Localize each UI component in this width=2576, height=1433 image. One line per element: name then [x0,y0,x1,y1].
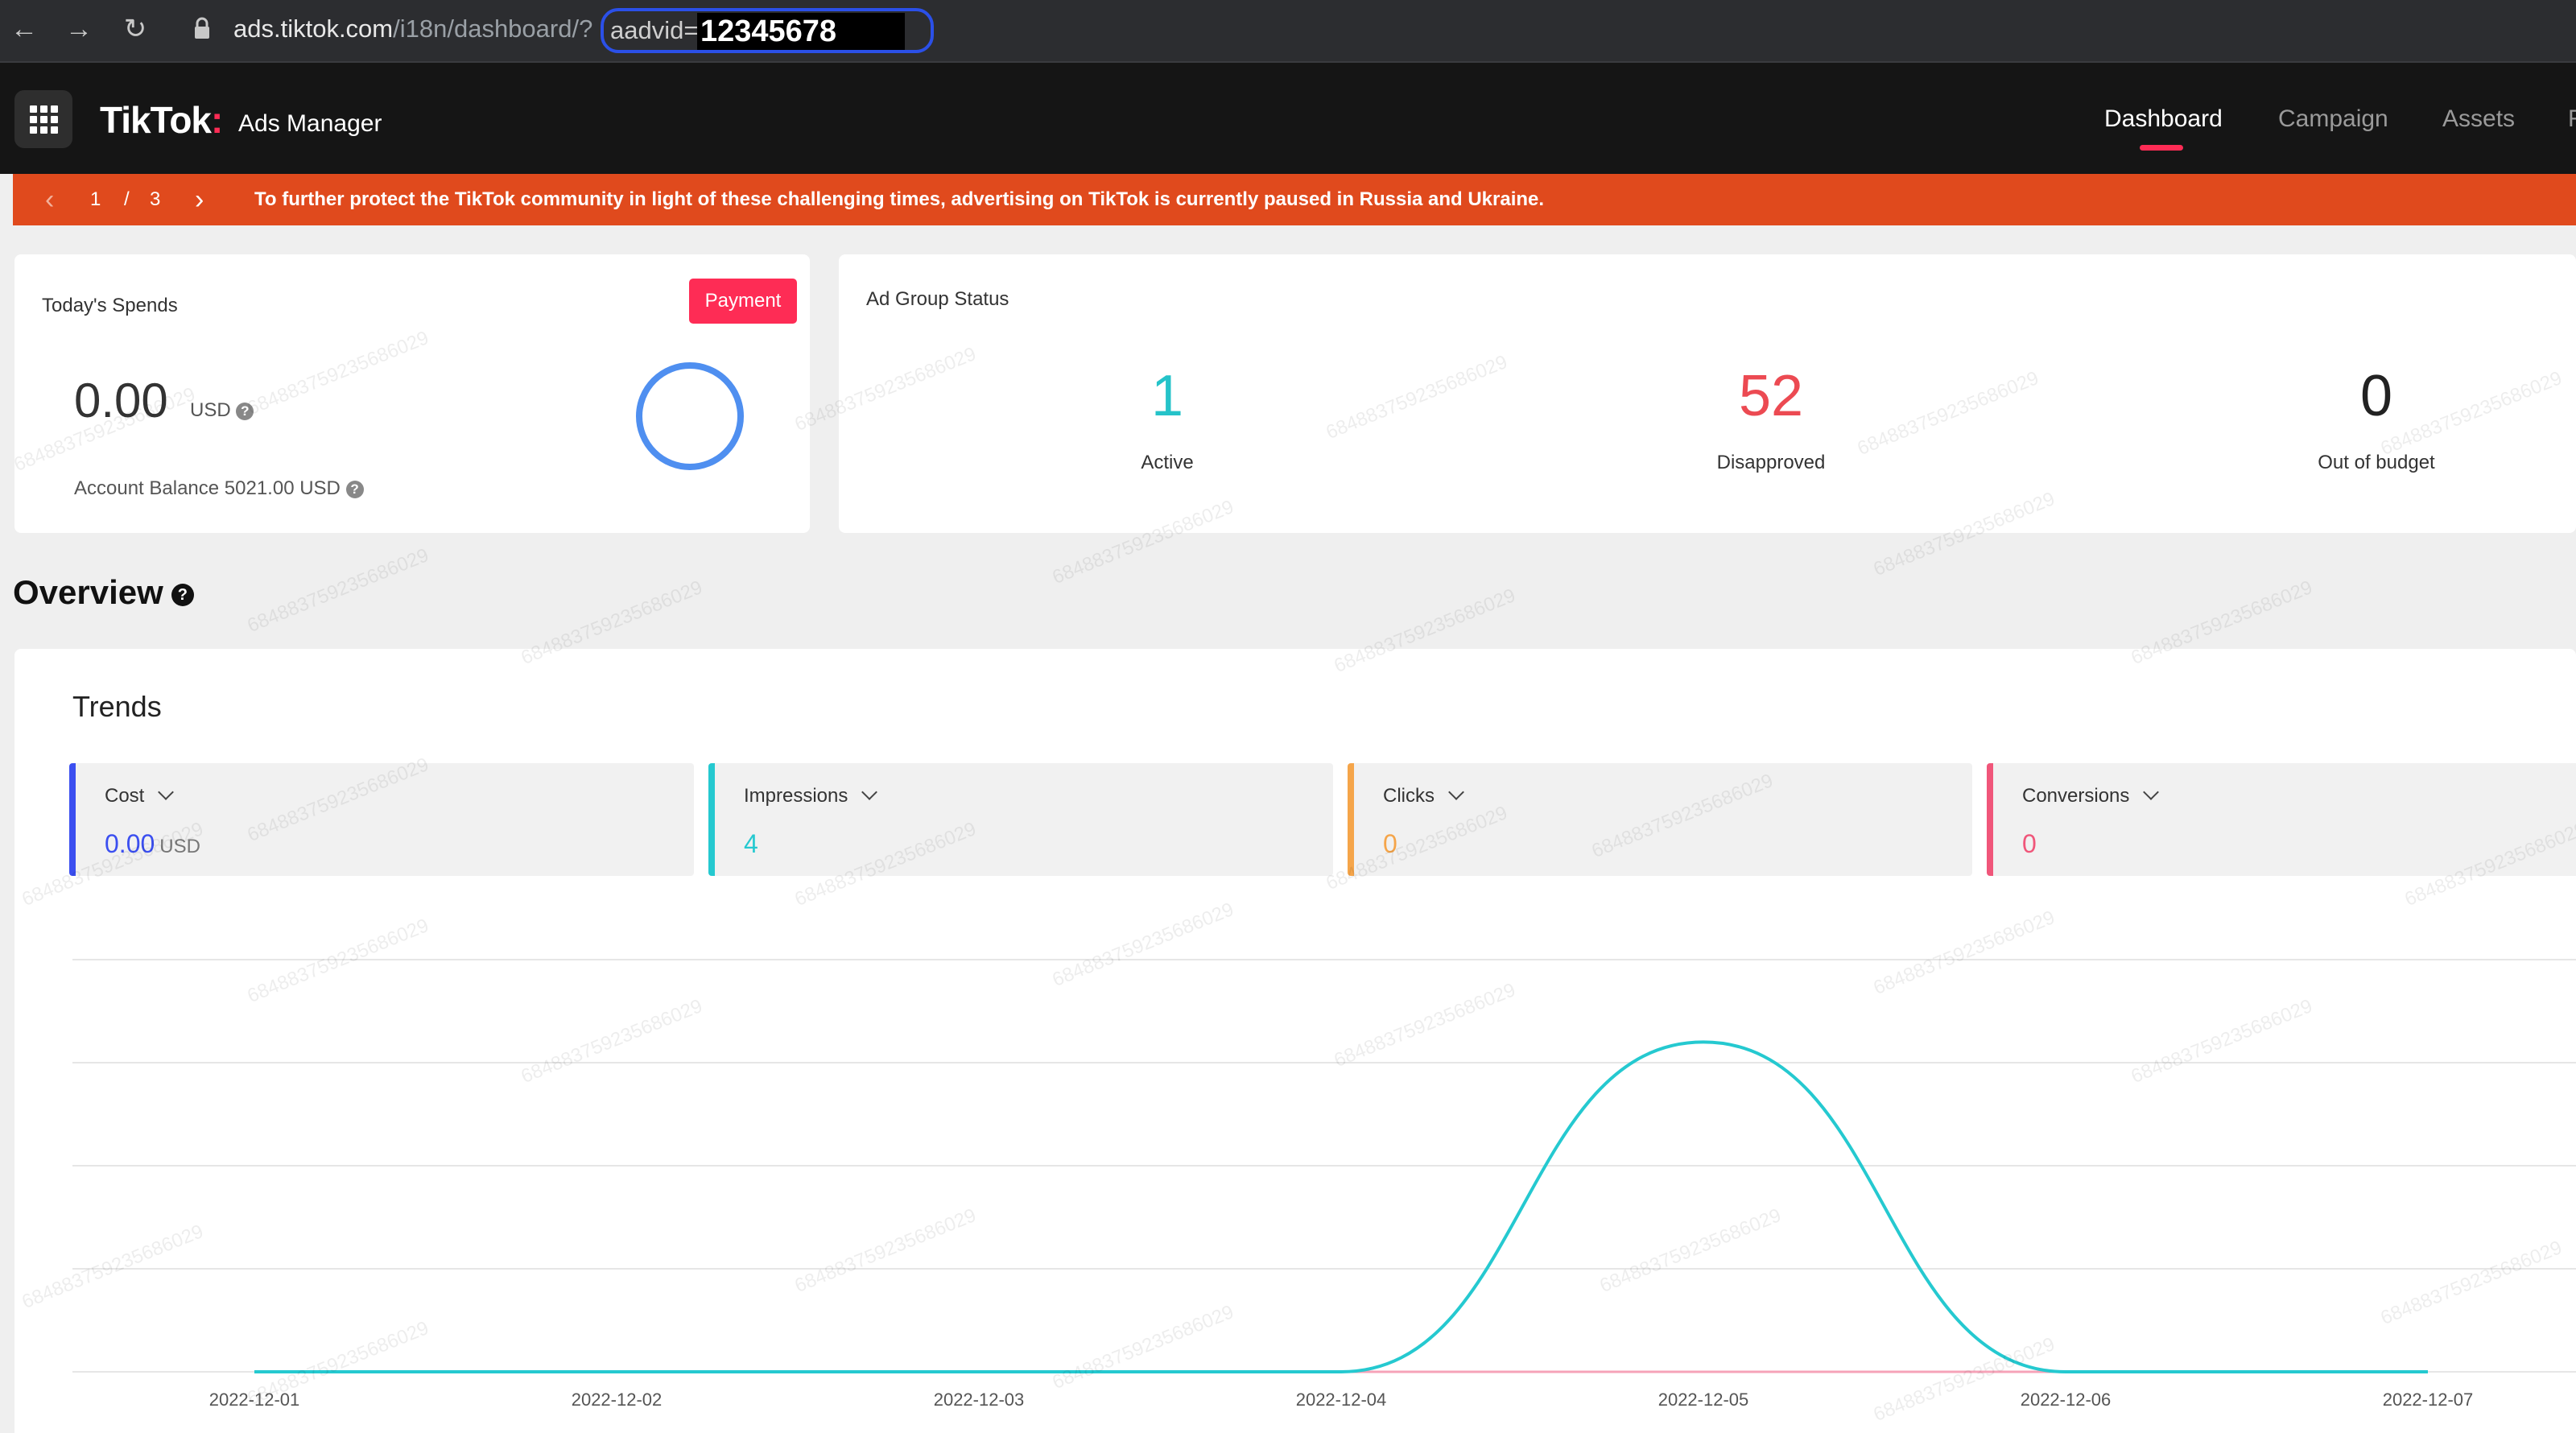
help-icon[interactable]: ? [171,583,194,606]
notice-next-button[interactable]: › [195,174,204,225]
logo-dot: : [211,99,223,141]
active-label: Active [1141,452,1194,473]
notice-message: To further protect the TikTok community … [254,188,1545,210]
url-highlight-outline [601,8,934,53]
url-domain: ads.tiktok.com [233,14,394,43]
notice-banner: ‹ 1 / 3 › To further protect the TikTok … [13,174,2576,225]
overview-heading: Overview? [13,572,194,613]
active-tab-indicator [2140,145,2183,151]
watermark-text: 684883759235686029 [244,544,432,638]
ad-group-status-card: Ad Group Status 1 Active 52 Disapproved … [839,254,2576,533]
app-header: TikTok: Ads Manager Dashboard Campaign A… [0,63,2576,174]
back-icon[interactable]: ← [6,11,42,47]
notice-prev-button[interactable]: ‹ [45,174,54,225]
notice-page-total: 3 [150,188,161,210]
x-tick-label: 2022-12-02 [572,1390,663,1410]
x-tick-label: 2022-12-05 [1658,1390,1749,1410]
tiktok-logo[interactable]: TikTok: [100,99,223,141]
nav-tab-reporting[interactable]: R [2568,103,2576,135]
notice-page-current: 1 [90,188,101,210]
help-icon[interactable]: ? [345,480,364,498]
browser-toolbar: ← → ↻ ads.tiktok.com/i18n/dashboard/? aa… [0,0,2576,63]
logo-text: TikTok [100,99,212,141]
overview-title: Overview [13,573,163,611]
todays-spends-card: Today's Spends Payment 0.00 USD ? Accoun… [14,254,810,533]
lock-icon [195,17,209,39]
spend-progress-ring [636,362,744,470]
apps-menu-button[interactable] [14,90,72,148]
forward-icon[interactable]: → [61,11,97,47]
x-tick-label: 2022-12-03 [934,1390,1025,1410]
nav-tab-assets[interactable]: Assets [2442,103,2515,135]
reload-icon[interactable]: ↻ [118,11,153,47]
active-count[interactable]: 1 [1022,364,1312,428]
x-tick-label: 2022-12-07 [2383,1390,2474,1410]
series-line-impressions [254,1040,2428,1374]
address-bar[interactable]: ads.tiktok.com/i18n/dashboard/? [233,11,592,47]
account-balance: Account Balance 5021.00 USD ? [74,477,364,501]
nav-tab-dashboard[interactable]: Dashboard [2104,103,2223,135]
x-tick-label: 2022-12-04 [1296,1390,1387,1410]
spend-unit: USD ? [190,399,254,422]
notice-page-separator: / [124,188,130,210]
out-of-budget-label: Out of budget [2318,452,2435,473]
url-path: /i18n/dashboard/? [393,14,593,43]
grid-icon [30,105,37,113]
product-name: Ads Manager [238,110,382,137]
nav-tab-campaign[interactable]: Campaign [2278,103,2388,135]
x-tick-label: 2022-12-06 [2021,1390,2112,1410]
disapproved-count[interactable]: 52 [1626,364,1916,428]
payment-button[interactable]: Payment [689,279,797,324]
account-balance-text: Account Balance 5021.00 USD [74,477,341,499]
ad-group-status-title: Ad Group Status [866,288,1009,310]
spends-title: Today's Spends [42,295,178,316]
